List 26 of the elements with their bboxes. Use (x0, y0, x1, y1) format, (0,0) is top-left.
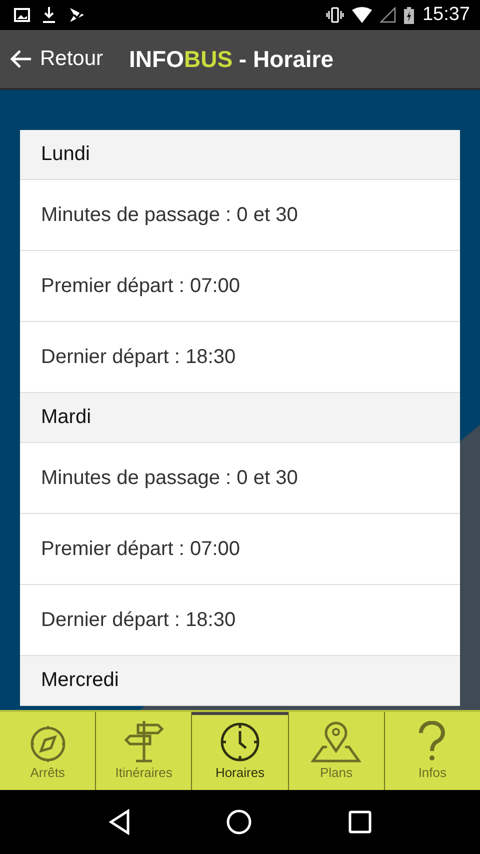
wifi-icon (352, 7, 372, 23)
cell-signal-icon (380, 7, 396, 23)
back-icon[interactable] (108, 809, 130, 835)
clock-icon (219, 721, 261, 763)
schedule-row: Minutes de passage : 0 et 30 (20, 180, 460, 251)
tab[interactable]: Horaires (191, 712, 288, 790)
recents-icon[interactable] (348, 810, 372, 834)
schedule-row: Premier départ : 07:00 (20, 514, 460, 585)
schedule-row: Premier départ : 07:00 (20, 251, 460, 322)
download-icon (42, 6, 56, 24)
app-title: INFOBUS - Horaire (129, 46, 334, 72)
home-icon[interactable] (226, 809, 252, 835)
schedule-row: Minutes de passage : 0 et 30 (20, 443, 460, 514)
tab[interactable]: Arrêts (0, 712, 96, 790)
clock-time: 15:37 (422, 4, 470, 26)
day-header: Mercredi (20, 656, 460, 706)
battery-icon (404, 6, 414, 24)
day-header: Mardi (20, 393, 460, 443)
day-header: Lundi (20, 130, 460, 180)
vibrate-icon (326, 7, 344, 23)
image-icon (14, 8, 30, 22)
signpost-icon (124, 719, 164, 763)
map-pin-icon (311, 721, 362, 763)
back-button[interactable]: Retour (10, 47, 104, 71)
question-mark-icon (417, 721, 448, 763)
back-arrow-icon (10, 49, 32, 69)
